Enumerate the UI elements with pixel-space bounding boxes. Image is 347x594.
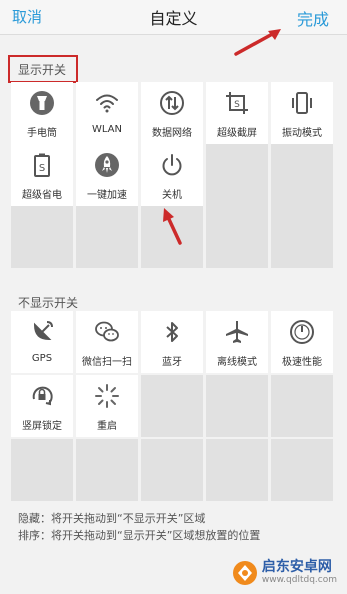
- toggle-mobile-data[interactable]: 数据网络: [141, 82, 203, 144]
- empty-slot: [76, 206, 138, 268]
- watermark-logo-icon: [232, 560, 257, 585]
- toggle-airplane-mode[interactable]: 离线模式: [206, 311, 268, 373]
- toggle-label: 振动模式: [282, 128, 322, 139]
- empty-slot: [206, 375, 268, 437]
- page-title: 自定义: [149, 9, 198, 28]
- hide-instruction: 隐藏：将开关拖动到“不显示开关”区域: [18, 512, 206, 525]
- toggle-label: 重启: [97, 421, 117, 432]
- empty-slot: [271, 375, 333, 437]
- watermark: 启东安卓网 www.qdltdq.com: [232, 559, 337, 586]
- svg-text:S: S: [39, 163, 45, 174]
- toggle-label: 超级截屏: [217, 128, 257, 139]
- toggle-label: 离线模式: [217, 357, 257, 368]
- screenshot-icon: S: [224, 90, 250, 116]
- toggle-label: 超级省电: [22, 190, 62, 201]
- empty-slot: [76, 439, 138, 501]
- done-button[interactable]: 完成: [297, 6, 329, 30]
- sort-instruction: 排序：将开关拖动到“显示开关”区域想放置的位置: [18, 529, 261, 542]
- annotation-arrow-icon: [234, 29, 281, 56]
- toggle-portrait-lock[interactable]: 竖屏锁定: [11, 375, 73, 437]
- empty-slot: [141, 439, 203, 501]
- empty-slot: [206, 144, 268, 206]
- toggle-extreme-performance[interactable]: 极速性能: [271, 311, 333, 373]
- toggle-one-key-boost[interactable]: 一键加速: [76, 144, 138, 206]
- performance-gauge-icon: [289, 319, 315, 345]
- hidden-section-label: 不显示开关: [18, 296, 79, 310]
- mobile-data-icon: [159, 90, 185, 116]
- toggle-flashlight[interactable]: 手电筒: [11, 82, 73, 144]
- hidden-toggles-grid: GPS 微信扫一扫 蓝牙 离线模式 极速性能 竖屏锁定 重启: [11, 311, 333, 501]
- flashlight-icon: [29, 90, 55, 116]
- toggle-vibrate-mode[interactable]: 振动模式: [271, 82, 333, 144]
- empty-slot: [141, 375, 203, 437]
- vibrate-icon: [289, 90, 315, 116]
- svg-text:S: S: [234, 100, 240, 110]
- watermark-title: 启东安卓网: [261, 559, 332, 575]
- wechat-icon: [94, 319, 120, 345]
- empty-slot: [271, 439, 333, 501]
- wifi-icon: [94, 90, 120, 116]
- airplane-icon: [224, 319, 250, 345]
- watermark-url: www.qdltdq.com: [261, 575, 337, 585]
- toggle-label: 微信扫一扫: [82, 357, 132, 368]
- toggle-power-off[interactable]: 关机: [141, 144, 203, 206]
- toggle-wechat-scan[interactable]: 微信扫一扫: [76, 311, 138, 373]
- rotation-lock-icon: [29, 383, 55, 409]
- empty-slot: [271, 206, 333, 268]
- toggle-label: 手电筒: [27, 128, 57, 139]
- empty-slot: [206, 439, 268, 501]
- toggle-wlan[interactable]: WLAN: [76, 82, 138, 144]
- power-icon: [159, 152, 185, 178]
- toggle-super-screenshot[interactable]: S 超级截屏: [206, 82, 268, 144]
- empty-slot: [271, 144, 333, 206]
- toggle-bluetooth[interactable]: 蓝牙: [141, 311, 203, 373]
- top-bar: 取消 自定义 完成: [0, 0, 347, 35]
- empty-slot: [11, 439, 73, 501]
- empty-slot: [206, 206, 268, 268]
- toggle-label: 蓝牙: [162, 357, 182, 368]
- toggle-label: 竖屏锁定: [22, 421, 62, 432]
- annotation-arrow-icon: [163, 208, 182, 245]
- toggle-super-power-saver[interactable]: S 超级省电: [11, 144, 73, 206]
- restart-icon: [94, 383, 120, 409]
- empty-slot: [11, 206, 73, 268]
- shown-section-label: 显示开关: [18, 63, 67, 77]
- toggle-label: WLAN: [91, 124, 122, 135]
- toggle-restart[interactable]: 重启: [76, 375, 138, 437]
- gps-icon: [29, 319, 55, 345]
- bluetooth-icon: [159, 319, 185, 345]
- toggle-gps[interactable]: GPS: [11, 311, 73, 373]
- toggle-label: 极速性能: [282, 357, 322, 368]
- toggle-label: 一键加速: [87, 190, 127, 201]
- toggle-label: GPS: [31, 353, 53, 364]
- rocket-icon: [94, 152, 120, 178]
- power-saver-icon: S: [29, 152, 55, 178]
- toggle-label: 关机: [162, 190, 182, 201]
- toggle-label: 数据网络: [152, 128, 192, 139]
